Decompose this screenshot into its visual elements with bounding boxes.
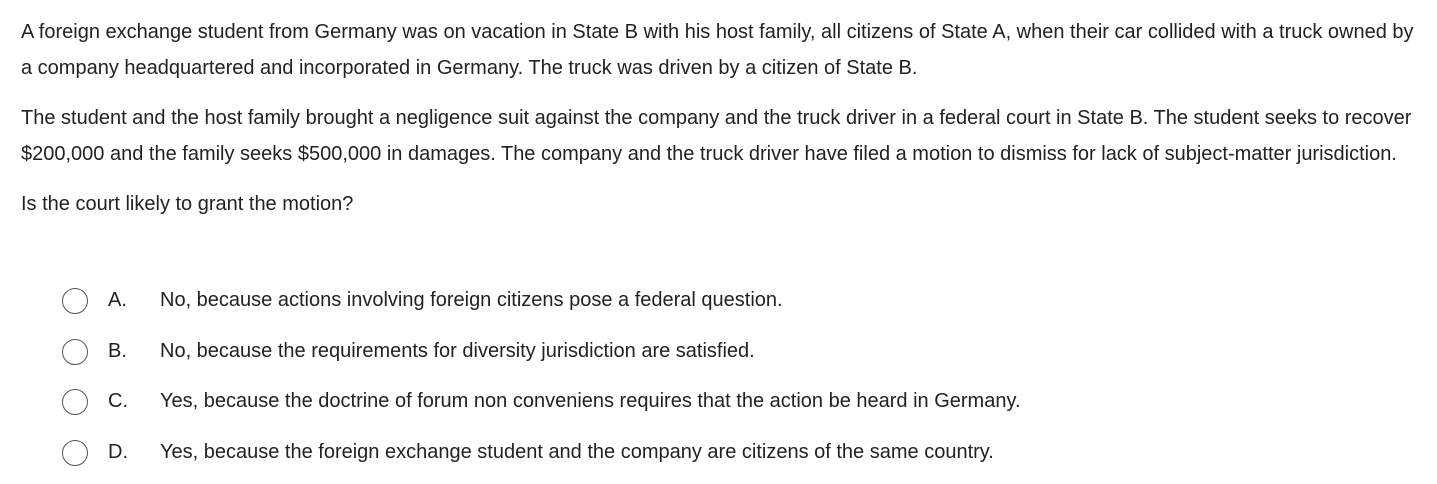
answer-choice-c[interactable]: C. Yes, because the doctrine of forum no… bbox=[62, 383, 1362, 434]
answer-choice-d[interactable]: D. Yes, because the foreign exchange stu… bbox=[62, 434, 1362, 484]
question-stem: A foreign exchange student from Germany … bbox=[21, 14, 1426, 222]
choice-text[interactable]: No, because actions involving foreign ci… bbox=[160, 288, 783, 312]
answer-choice-a[interactable]: A. No, because actions involving foreign… bbox=[62, 282, 1362, 333]
radio-button-a[interactable] bbox=[62, 288, 88, 314]
choice-letter: D. bbox=[108, 440, 128, 464]
radio-button-c[interactable] bbox=[62, 389, 88, 415]
choice-text[interactable]: Yes, because the foreign exchange studen… bbox=[160, 440, 994, 464]
choice-letter: A. bbox=[108, 288, 127, 312]
choice-letter: B. bbox=[108, 339, 127, 363]
question-paragraph-facts: A foreign exchange student from Germany … bbox=[21, 14, 1426, 86]
choice-text[interactable]: No, because the requirements for diversi… bbox=[160, 339, 755, 363]
choice-letter: C. bbox=[108, 389, 128, 413]
answer-choice-b[interactable]: B. No, because the requirements for dive… bbox=[62, 333, 1362, 384]
radio-button-d[interactable] bbox=[62, 440, 88, 466]
question-paragraph-procedure: The student and the host family brought … bbox=[21, 100, 1426, 172]
answer-choices: A. No, because actions involving foreign… bbox=[62, 282, 1362, 484]
question-prompt: Is the court likely to grant the motion? bbox=[21, 186, 1426, 222]
radio-button-b[interactable] bbox=[62, 339, 88, 365]
choice-text[interactable]: Yes, because the doctrine of forum non c… bbox=[160, 389, 1021, 413]
